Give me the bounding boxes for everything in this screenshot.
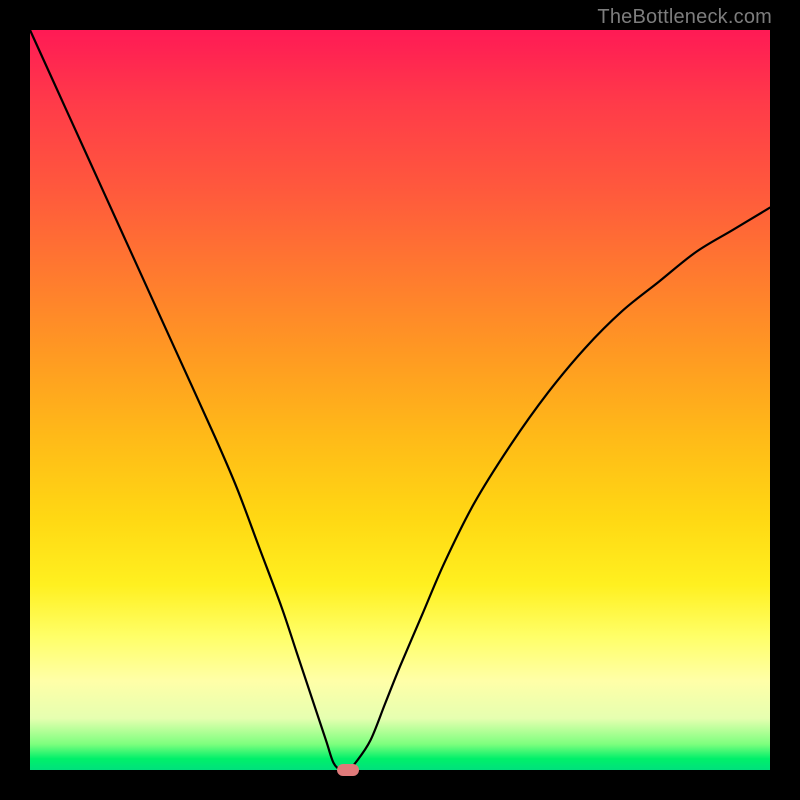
optimal-marker bbox=[337, 764, 359, 776]
bottleneck-curve bbox=[30, 30, 770, 770]
chart-frame: TheBottleneck.com bbox=[0, 0, 800, 800]
plot-area bbox=[30, 30, 770, 770]
watermark-text: TheBottleneck.com bbox=[597, 6, 772, 29]
